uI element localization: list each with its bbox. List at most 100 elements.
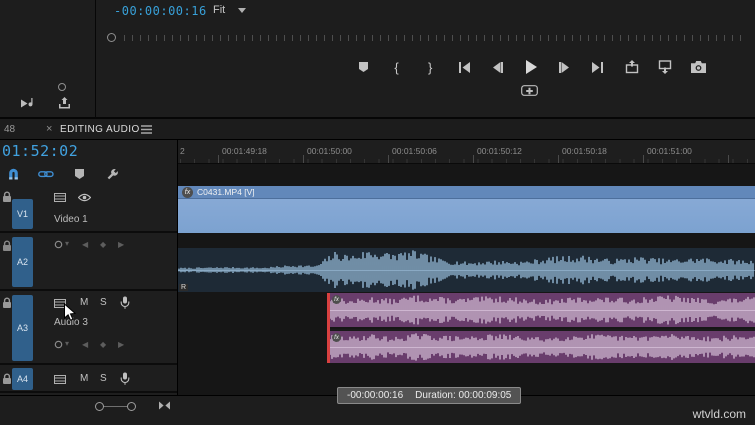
audio-clip-blue-waveform[interactable]: R <box>178 248 755 292</box>
mark-in-button[interactable]: { <box>387 58 407 76</box>
go-to-in-icon[interactable] <box>454 58 474 76</box>
dropdown-arrow-icon[interactable]: ▾ <box>65 339 69 348</box>
timeline-tab-bar: 48 × EDITING AUDIO <box>0 119 755 140</box>
audio-clip-purple-L[interactable]: fx <box>329 293 755 327</box>
clip-left-label: R <box>179 284 189 291</box>
track-select-a3[interactable]: A3 <box>12 295 33 361</box>
lock-icon[interactable] <box>2 240 12 252</box>
lift-button[interactable] <box>622 58 642 76</box>
mute-button[interactable]: M <box>80 373 88 384</box>
header-track-divider <box>177 140 178 395</box>
program-timecode[interactable]: -00:00:00:16 <box>114 4 207 18</box>
mark-out-button[interactable]: } <box>420 58 440 76</box>
video-clip-body <box>178 199 755 233</box>
tooltip-offset: -00:00:00:16 <box>347 390 404 401</box>
play-button[interactable] <box>521 58 541 76</box>
zoom-scrollbar-knob-right[interactable] <box>127 402 136 411</box>
drag-audio-icon[interactable] <box>18 94 38 112</box>
export-icon[interactable] <box>54 94 74 112</box>
fx-badge: fx <box>332 333 341 342</box>
audio-waveform <box>178 250 754 290</box>
go-to-out-icon[interactable] <box>588 58 608 76</box>
panel-menu-icon[interactable] <box>141 125 152 134</box>
timeline-ruler[interactable]: 2 00:01:49:18 00:01:50:00 00:01:50:06 00… <box>178 141 755 164</box>
step-forward-icon[interactable] <box>555 58 575 76</box>
source-scrubber-knob[interactable] <box>58 83 66 91</box>
zoom-fit-icon[interactable] <box>158 401 171 410</box>
lock-icon[interactable] <box>2 373 12 385</box>
playhead-timecode[interactable]: 01:52:02 <box>2 142 78 160</box>
extract-button[interactable] <box>655 58 675 76</box>
ruler-label: 00:01:50:06 <box>392 146 437 156</box>
timeline-toolbar <box>5 166 120 182</box>
zoom-scrollbar-knob-left[interactable] <box>95 402 104 411</box>
tab-editing-audio[interactable]: EDITING AUDIO <box>60 124 140 135</box>
fx-badge: fx <box>182 186 193 198</box>
add-keyframe-icon[interactable]: ◆ <box>100 340 106 349</box>
sync-lock-icon[interactable] <box>54 299 66 308</box>
track-name-video1[interactable]: Video 1 <box>54 214 88 225</box>
audio-waveform <box>329 295 755 325</box>
keyframe-display-icon[interactable] <box>54 340 63 349</box>
keyframe-display-icon[interactable] <box>54 240 63 249</box>
fx-badge: fx <box>332 295 341 304</box>
watermark: wtvld.com <box>692 407 746 421</box>
marker-icon[interactable] <box>71 166 87 182</box>
track-header-a4: A4 M S <box>0 367 178 393</box>
sync-lock-icon[interactable] <box>54 193 66 202</box>
panel-divider[interactable] <box>95 0 96 119</box>
voiceover-record-mic-icon[interactable] <box>120 372 130 385</box>
zoom-level-value: Fit <box>213 4 226 16</box>
chevron-down-icon <box>238 7 247 13</box>
previous-keyframe-icon[interactable]: ◀ <box>82 240 88 249</box>
close-icon[interactable]: × <box>46 123 52 135</box>
tooltip-duration: Duration: 00:00:09:05 <box>415 390 512 401</box>
add-marker-button[interactable] <box>353 58 373 76</box>
previous-keyframe-icon[interactable]: ◀ <box>82 340 88 349</box>
ruler-label-partial: 2 <box>180 146 185 156</box>
ruler-label: 00:01:51:00 <box>647 146 692 156</box>
lock-icon[interactable] <box>2 297 12 309</box>
audio-waveform <box>329 333 755 361</box>
button-editor-icon[interactable] <box>521 85 538 96</box>
trim-tooltip: -00:00:00:16 Duration: 00:00:09:05 <box>337 387 522 404</box>
timeline-settings-wrench-icon[interactable] <box>104 166 120 182</box>
track-name-audio3[interactable]: Audio 3 <box>54 317 88 328</box>
next-keyframe-icon[interactable]: ▶ <box>118 340 124 349</box>
track-header-a2: A2 ▾ ◀ ◆ ▶ <box>0 235 178 291</box>
ruler-label: 00:01:49:18 <box>222 146 267 156</box>
step-back-icon[interactable] <box>487 58 507 76</box>
zoom-level-select[interactable]: Fit <box>213 4 247 16</box>
track-output-eye-icon[interactable] <box>78 193 91 202</box>
ruler-label: 00:01:50:12 <box>477 146 522 156</box>
track-header-a3: A3 M S Audio 3 ▾ ◀ ◆ ▶ <box>0 293 178 365</box>
adjacent-tab-partial[interactable]: 48 <box>4 124 15 135</box>
track-select-a4[interactable]: A4 <box>12 368 33 390</box>
track-select-v1[interactable]: V1 <box>12 199 33 229</box>
ruler-label: 00:01:50:18 <box>562 146 607 156</box>
transport-controls: { } <box>353 58 709 76</box>
clip-label: C0431.MP4 [V] <box>197 187 255 197</box>
audio-clip-purple-R[interactable]: fx <box>329 329 755 363</box>
monitor-scrubber-track[interactable] <box>124 35 742 41</box>
solo-button[interactable]: S <box>100 373 107 384</box>
trim-edit-indicator[interactable] <box>327 293 330 363</box>
solo-button[interactable]: S <box>100 297 107 308</box>
snap-toggle-icon[interactable] <box>5 166 21 182</box>
voiceover-record-mic-icon[interactable] <box>120 296 130 309</box>
add-keyframe-icon[interactable]: ◆ <box>100 240 106 249</box>
next-keyframe-icon[interactable]: ▶ <box>118 240 124 249</box>
premiere-pro-window: -00:00:00:16 Fit { } 48 × EDITING AUDIO … <box>0 0 755 425</box>
export-frame-icon[interactable] <box>689 58 709 76</box>
track-header-v1: V1 Video 1 <box>0 186 178 233</box>
dropdown-arrow-icon[interactable]: ▾ <box>65 239 69 248</box>
mute-button[interactable]: M <box>80 297 88 308</box>
track-select-a2[interactable]: A2 <box>12 237 33 287</box>
program-monitor-panel: -00:00:00:16 Fit { } <box>0 0 755 119</box>
ruler-label: 00:01:50:00 <box>307 146 352 156</box>
video-clip-c0431[interactable]: fx C0431.MP4 [V] <box>178 186 755 233</box>
monitor-scrubber-knob[interactable] <box>107 33 116 42</box>
sync-lock-icon[interactable] <box>54 375 66 384</box>
lock-icon[interactable] <box>2 191 12 203</box>
linked-selection-icon[interactable] <box>38 166 54 182</box>
